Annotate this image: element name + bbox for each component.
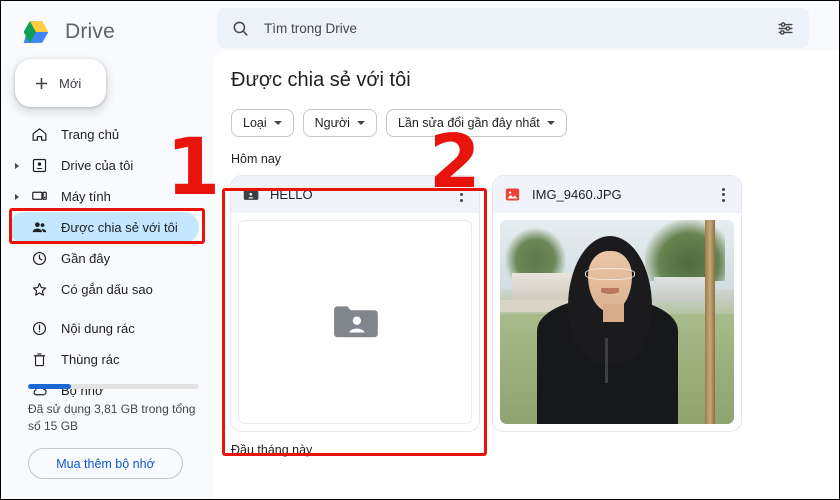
tune-icon[interactable] (776, 19, 795, 38)
recent-clock-icon (32, 251, 47, 266)
photo-person-glasses (585, 267, 635, 281)
star-icon (32, 282, 47, 296)
new-button[interactable]: Mới (15, 59, 106, 107)
file-card-hello[interactable]: HELLO (231, 176, 479, 431)
new-button-label: Mới (59, 75, 82, 91)
search-bar[interactable]: Tìm trong Drive (217, 8, 809, 48)
sidebar-item-gan-day[interactable]: Gần đây (9, 243, 199, 274)
page-title: Được chia sẻ với tôi (231, 69, 411, 91)
card-file-name: HELLO (270, 187, 313, 202)
sidebar-item-label: Nội dung rác (61, 321, 135, 336)
card-file-name: IMG_9460.JPG (532, 187, 622, 202)
sidebar-item-drive-cua-toi[interactable]: Drive của tôi (9, 150, 199, 181)
chip-nguoi[interactable]: Người (302, 109, 377, 137)
card-header: IMG_9460.JPG (493, 176, 741, 213)
search-icon (233, 21, 248, 36)
chip-lan-sua-doi-gan-day-nhat[interactable]: Lần sửa đổi gần đây nhất (385, 109, 567, 137)
chip-loai[interactable]: Loại (231, 109, 294, 137)
chip-label: Lần sửa đổi gần đây nhất (397, 116, 540, 130)
section-header-earlier: Đầu tháng này (231, 443, 313, 457)
sidebar-item-noi-dung-rac[interactable]: Nội dung rác (9, 313, 199, 344)
card-preview (238, 220, 472, 424)
plus-icon (35, 77, 48, 89)
folder-placeholder-icon (334, 306, 378, 338)
sidebar-item-label: Được chia sẻ với tôi (61, 220, 178, 235)
shared-folder-icon (243, 189, 259, 200)
filter-chips: Loại Người Lần sửa đổi gần đây nhất (231, 109, 839, 137)
photo-person-neck (602, 303, 624, 322)
chevron-down-icon (273, 121, 282, 125)
sidebar-item-label: Có gắn dấu sao (61, 282, 153, 297)
buy-storage-button[interactable]: Mua thêm bộ nhớ (28, 448, 183, 479)
sidebar-item-thung-rac[interactable]: Thùng rác (9, 344, 199, 375)
photo-person-cord (605, 338, 609, 384)
photo-pole (704, 220, 716, 424)
file-card-grid: HELLO IMG_9460.JPG (231, 176, 839, 431)
section-header-today: Hôm nay (231, 152, 282, 166)
sidebar-item-label: Gần đây (61, 251, 111, 266)
sidebar-item-co-gan-dau-sao[interactable]: Có gắn dấu sao (9, 274, 199, 305)
chip-label: Loại (243, 116, 267, 130)
file-card-img-9460[interactable]: IMG_9460.JPG (493, 176, 741, 431)
chevron-right-icon[interactable] (15, 193, 19, 200)
photo-thumbnail (500, 220, 734, 424)
spam-icon (32, 321, 47, 336)
main-content: Được chia sẻ với tôi Loại Người Lần sửa … (213, 51, 839, 499)
storage-section: Đã sử dụng 3,81 GB trong tổng số 15 GB M… (1, 384, 213, 479)
home-icon (32, 128, 47, 141)
card-header: HELLO (231, 176, 479, 213)
google-drive-window: Drive Mới Trang chủ Drive của tôi Máy tí… (0, 0, 840, 500)
storage-usage-text: Đã sử dụng 3,81 GB trong tổng số 15 GB (28, 402, 196, 433)
chevron-right-icon[interactable] (15, 162, 19, 169)
storage-progress-fill (28, 384, 71, 389)
image-file-icon (505, 188, 520, 201)
sidebar-item-label: Trang chủ (61, 127, 120, 142)
shared-with-me-icon (32, 222, 47, 233)
more-vert-icon[interactable] (452, 186, 470, 204)
sidebar-nav: Trang chủ Drive của tôi Máy tính Được ch… (1, 119, 213, 406)
trash-icon (33, 353, 46, 367)
brand-name: Drive (65, 20, 116, 43)
drive-logo-icon (23, 21, 49, 43)
sidebar-item-label: Máy tính (61, 189, 111, 204)
brand: Drive (1, 1, 213, 49)
chevron-down-icon (546, 121, 555, 125)
chevron-down-icon (356, 121, 365, 125)
more-vert-icon[interactable] (714, 186, 732, 204)
sidebar-item-label: Thùng rác (61, 352, 120, 367)
storage-progress-track (28, 384, 199, 389)
sidebar: Drive Mới Trang chủ Drive của tôi Máy tí… (1, 1, 213, 499)
sidebar-item-duoc-chia-se-voi-toi[interactable]: Được chia sẻ với tôi (9, 212, 199, 243)
chip-label: Người (314, 116, 350, 130)
search-input[interactable]: Tìm trong Drive (264, 21, 776, 36)
card-preview (500, 220, 734, 424)
sidebar-item-may-tinh[interactable]: Máy tính (9, 181, 199, 212)
sidebar-item-trang-chu[interactable]: Trang chủ (9, 119, 199, 150)
sidebar-item-label: Drive của tôi (61, 158, 134, 173)
computers-icon (32, 191, 47, 200)
my-drive-icon (32, 158, 47, 173)
